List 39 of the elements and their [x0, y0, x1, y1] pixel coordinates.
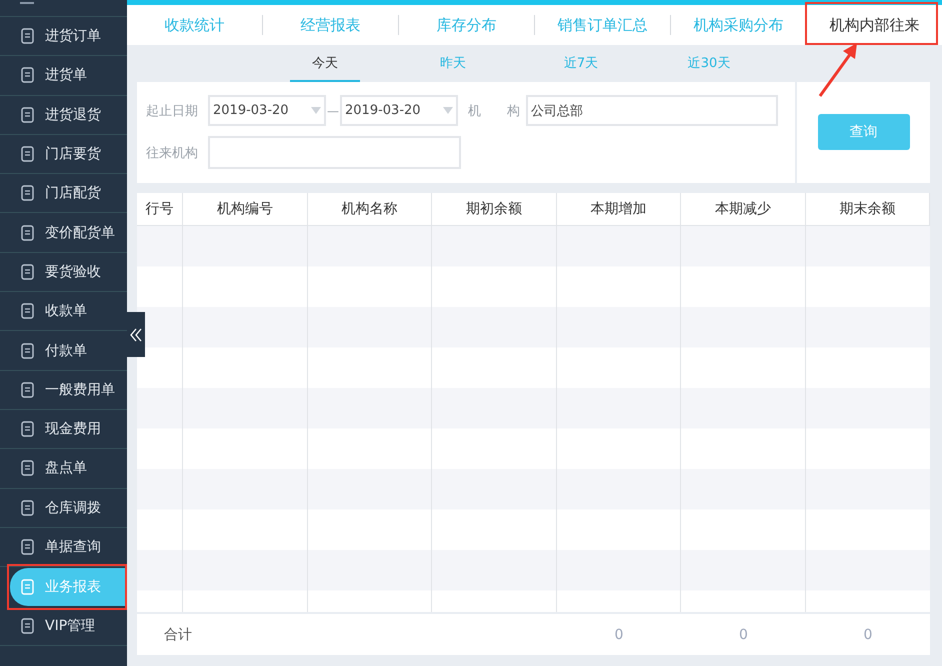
sidebar-item[interactable]: 收款单 [0, 292, 127, 332]
sidebar-item[interactable]: 进货单 [0, 56, 127, 96]
sidebar-item[interactable]: 盘点单 [0, 449, 127, 489]
column-header: 行号 [137, 193, 183, 225]
org-label: 构 [507, 102, 520, 120]
total-value: 0 [614, 626, 624, 642]
column-header: 期末余额 [806, 193, 930, 225]
total-value: 0 [739, 626, 748, 642]
report-tab[interactable]: 机构内部往来 [830, 16, 920, 34]
start-date-field[interactable]: 2019-03-20 [208, 95, 326, 126]
sidebar-item[interactable]: VIP管理 [0, 607, 127, 646]
dropdown-icon [311, 107, 321, 114]
sidebar-item[interactable]: 单据查询 [0, 528, 127, 568]
sidebar-item[interactable]: 门店配货 [0, 174, 127, 214]
column-header: 机构编号 [183, 193, 308, 225]
org-label: 机 [468, 102, 481, 120]
org-field[interactable]: 公司总部 [526, 95, 778, 126]
sidebar-item[interactable]: 一般费用单 [0, 370, 127, 410]
sidebar-item[interactable]: 仓库调拨 [0, 488, 127, 528]
partner-field[interactable] [208, 136, 461, 169]
double-chevron-icon [130, 328, 142, 342]
sidebar-item[interactable]: 门店要货 [0, 134, 127, 174]
sidebar-item[interactable]: 进货退货 [0, 96, 127, 135]
column-header: 机构名称 [308, 193, 432, 225]
partner-label: 往来机构 [146, 144, 199, 162]
date-label: 起止日期 [146, 102, 199, 120]
collapse-button[interactable] [127, 312, 145, 357]
menu-icon[interactable] [20, 2, 34, 6]
total-value: 0 [864, 626, 872, 642]
total-label: 合计 [164, 626, 192, 644]
column-header: 本期减少 [681, 193, 806, 225]
range-separator: — [326, 104, 340, 118]
sidebar-item[interactable]: 现金费用 [0, 410, 127, 450]
column-header: 本期增加 [557, 193, 681, 225]
column-header: 期初余额 [432, 193, 557, 225]
sidebar-item[interactable]: 要货验收 [0, 252, 127, 292]
dropdown-icon [443, 107, 453, 114]
end-date-field[interactable]: 2019-03-20 [340, 95, 458, 126]
sidebar-item[interactable]: 变价配货单 [0, 213, 127, 253]
